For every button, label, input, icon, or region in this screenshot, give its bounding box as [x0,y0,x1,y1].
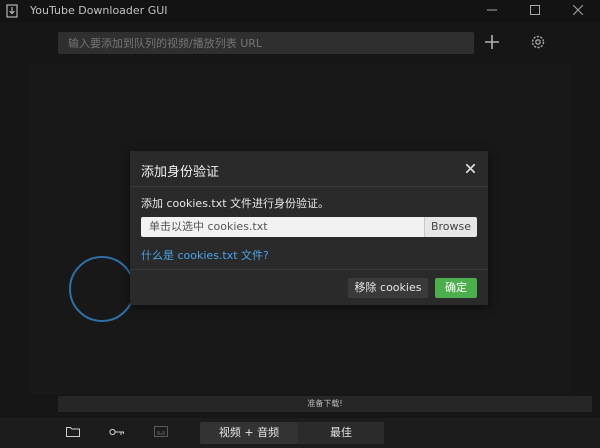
subtitles-button[interactable] [152,426,170,440]
loading-spinner [69,256,135,322]
quality-selector[interactable]: 最佳 [298,422,384,444]
status-bar: 准备下载! [58,396,592,412]
auth-dialog: 添加身份验证 添加 cookies.txt 文件进行身份验证。 单击以选中 co… [130,151,488,305]
remove-cookies-button[interactable]: 移除 cookies [348,278,428,298]
cookies-file-field[interactable]: 单击以选中 cookies.txt [141,217,424,237]
subtitle-icon [154,426,168,440]
dialog-close-button[interactable] [461,160,479,178]
folder-icon [66,426,80,440]
dialog-divider [130,269,488,270]
browse-button[interactable]: Browse [424,217,477,237]
format-selector[interactable]: 视频 + 音频 [200,422,298,444]
cookies-help-link[interactable]: 什么是 cookies.txt 文件? [141,247,269,263]
dialog-title: 添加身份验证 [141,165,220,180]
open-folder-button[interactable] [64,426,82,440]
auth-button[interactable] [108,426,126,440]
dialog-close-icon [464,162,476,176]
dialog-description: 添加 cookies.txt 文件进行身份验证。 [141,197,330,210]
dialog-divider [130,186,488,187]
key-icon [109,426,125,440]
ok-button[interactable]: 确定 [435,278,477,298]
status-text: 准备下载! [307,399,343,408]
bottom-bar: 视频 + 音频 最佳 [0,418,600,448]
